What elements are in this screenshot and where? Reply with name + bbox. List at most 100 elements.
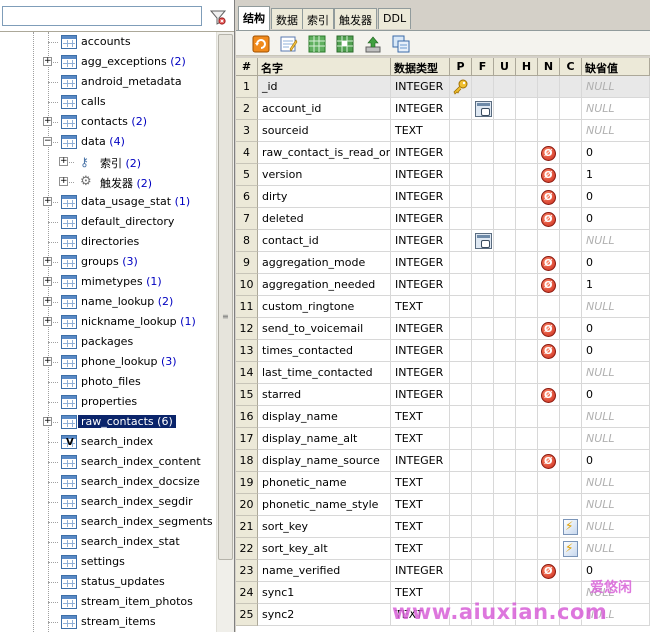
- col-header-unique[interactable]: U: [494, 58, 516, 76]
- table-row[interactable]: 2 account_id INTEGER NULL: [236, 98, 650, 120]
- cell-number[interactable]: 14: [236, 362, 258, 384]
- cell-check[interactable]: [516, 142, 538, 164]
- cell-notnull[interactable]: [538, 406, 560, 428]
- cell-column-name[interactable]: sourceid: [258, 120, 391, 142]
- cell-column-name[interactable]: phonetic_name: [258, 472, 391, 494]
- col-header-primary[interactable]: P: [450, 58, 472, 76]
- cell-notnull[interactable]: [538, 340, 560, 362]
- remove-column-icon[interactable]: [336, 35, 354, 53]
- cell-collate[interactable]: [560, 406, 582, 428]
- cell-data-type[interactable]: TEXT: [391, 494, 450, 516]
- table-row[interactable]: 13times_contactedINTEGER 0: [236, 340, 650, 362]
- col-header-type[interactable]: 数据类型: [391, 58, 450, 76]
- cell-check[interactable]: [516, 362, 538, 384]
- tree-item-[interactable]: + ⚙ 触发器 (2): [0, 172, 215, 192]
- cell-primary[interactable]: [450, 98, 472, 120]
- cell-default[interactable]: NULL: [582, 406, 650, 428]
- tree-item-phone_lookup[interactable]: + phone_lookup (3): [0, 352, 215, 372]
- cell-number[interactable]: 13: [236, 340, 258, 362]
- cell-primary[interactable]: [450, 186, 472, 208]
- cell-foreign[interactable]: [472, 494, 494, 516]
- expand-icon[interactable]: +: [43, 197, 52, 206]
- cell-foreign[interactable]: [472, 560, 494, 582]
- cell-primary[interactable]: [450, 76, 472, 98]
- col-header-collate[interactable]: C: [560, 58, 582, 76]
- cell-check[interactable]: [516, 384, 538, 406]
- cell-notnull[interactable]: [538, 98, 560, 120]
- tree-item-search_index_content[interactable]: search_index_content: [0, 452, 215, 472]
- table-row[interactable]: 6dirtyINTEGER 0: [236, 186, 650, 208]
- tree-item-settings[interactable]: settings: [0, 552, 215, 572]
- cell-collate[interactable]: [560, 450, 582, 472]
- cell-data-type[interactable]: INTEGER: [391, 142, 450, 164]
- cell-data-type[interactable]: INTEGER: [391, 362, 450, 384]
- cell-column-name[interactable]: last_time_contacted: [258, 362, 391, 384]
- cell-column-name[interactable]: display_name: [258, 406, 391, 428]
- cell-check[interactable]: [516, 208, 538, 230]
- cell-primary[interactable]: [450, 340, 472, 362]
- cell-number[interactable]: 16: [236, 406, 258, 428]
- cell-number[interactable]: 15: [236, 384, 258, 406]
- cell-collate[interactable]: [560, 230, 582, 252]
- tab-data[interactable]: 数据: [271, 8, 303, 29]
- explorer-filter-input[interactable]: [2, 6, 202, 26]
- cell-default[interactable]: NULL: [582, 230, 650, 252]
- cell-default[interactable]: 0: [582, 186, 650, 208]
- tree-item-stream_items[interactable]: stream_items: [0, 612, 215, 632]
- cell-primary[interactable]: [450, 296, 472, 318]
- cell-check[interactable]: [516, 296, 538, 318]
- cell-foreign[interactable]: [472, 98, 494, 120]
- cell-notnull[interactable]: [538, 164, 560, 186]
- cell-notnull[interactable]: [538, 252, 560, 274]
- table-row[interactable]: 20 phonetic_name_style TEXT NULL: [236, 494, 650, 516]
- cell-collate[interactable]: [560, 472, 582, 494]
- cell-check[interactable]: [516, 516, 538, 538]
- cell-unique[interactable]: [494, 406, 516, 428]
- table-row[interactable]: 7deletedINTEGER 0: [236, 208, 650, 230]
- cell-column-name[interactable]: sort_key_alt: [258, 538, 391, 560]
- tree-item-properties[interactable]: properties: [0, 392, 215, 412]
- refresh-icon[interactable]: [252, 35, 270, 53]
- cell-primary[interactable]: [450, 164, 472, 186]
- cell-notnull[interactable]: [538, 560, 560, 582]
- col-header-check[interactable]: H: [516, 58, 538, 76]
- cell-unique[interactable]: [494, 98, 516, 120]
- cell-column-name[interactable]: aggregation_mode: [258, 252, 391, 274]
- cell-foreign[interactable]: [472, 362, 494, 384]
- cell-data-type[interactable]: TEXT: [391, 296, 450, 318]
- cell-unique[interactable]: [494, 538, 516, 560]
- expand-icon[interactable]: +: [43, 297, 52, 306]
- cell-check[interactable]: [516, 472, 538, 494]
- table-row[interactable]: 15starredINTEGER 0: [236, 384, 650, 406]
- cell-column-name[interactable]: deleted: [258, 208, 391, 230]
- cell-collate[interactable]: [560, 274, 582, 296]
- cell-collate[interactable]: [560, 76, 582, 98]
- expand-icon[interactable]: +: [43, 357, 52, 366]
- cell-collate[interactable]: [560, 296, 582, 318]
- table-row[interactable]: 4raw_contact_is_read_onlyINTEGER 0: [236, 142, 650, 164]
- cell-notnull[interactable]: [538, 296, 560, 318]
- cell-foreign[interactable]: [472, 340, 494, 362]
- cell-collate[interactable]: [560, 494, 582, 516]
- cell-number[interactable]: 9: [236, 252, 258, 274]
- tree-item-agg_exceptions[interactable]: + agg_exceptions (2): [0, 52, 215, 72]
- tab-indexes[interactable]: 索引: [302, 8, 334, 29]
- cell-default[interactable]: NULL: [582, 76, 650, 98]
- table-row[interactable]: 3 sourceid TEXT NULL: [236, 120, 650, 142]
- tab-structure[interactable]: 结构: [238, 6, 270, 30]
- table-row[interactable]: 21sort_keyTEXT NULL: [236, 516, 650, 538]
- cell-number[interactable]: 23: [236, 560, 258, 582]
- cell-collate[interactable]: [560, 538, 582, 560]
- cell-column-name[interactable]: name_verified: [258, 560, 391, 582]
- cell-unique[interactable]: [494, 76, 516, 98]
- cell-foreign[interactable]: [472, 208, 494, 230]
- cell-default[interactable]: 0: [582, 340, 650, 362]
- tree-item-status_updates[interactable]: status_updates: [0, 572, 215, 592]
- tree-item-groups[interactable]: + groups (3): [0, 252, 215, 272]
- cell-data-type[interactable]: TEXT: [391, 472, 450, 494]
- cell-data-type[interactable]: INTEGER: [391, 76, 450, 98]
- cell-column-name[interactable]: account_id: [258, 98, 391, 120]
- cell-notnull[interactable]: [538, 516, 560, 538]
- cell-check[interactable]: [516, 494, 538, 516]
- cell-default[interactable]: NULL: [582, 516, 650, 538]
